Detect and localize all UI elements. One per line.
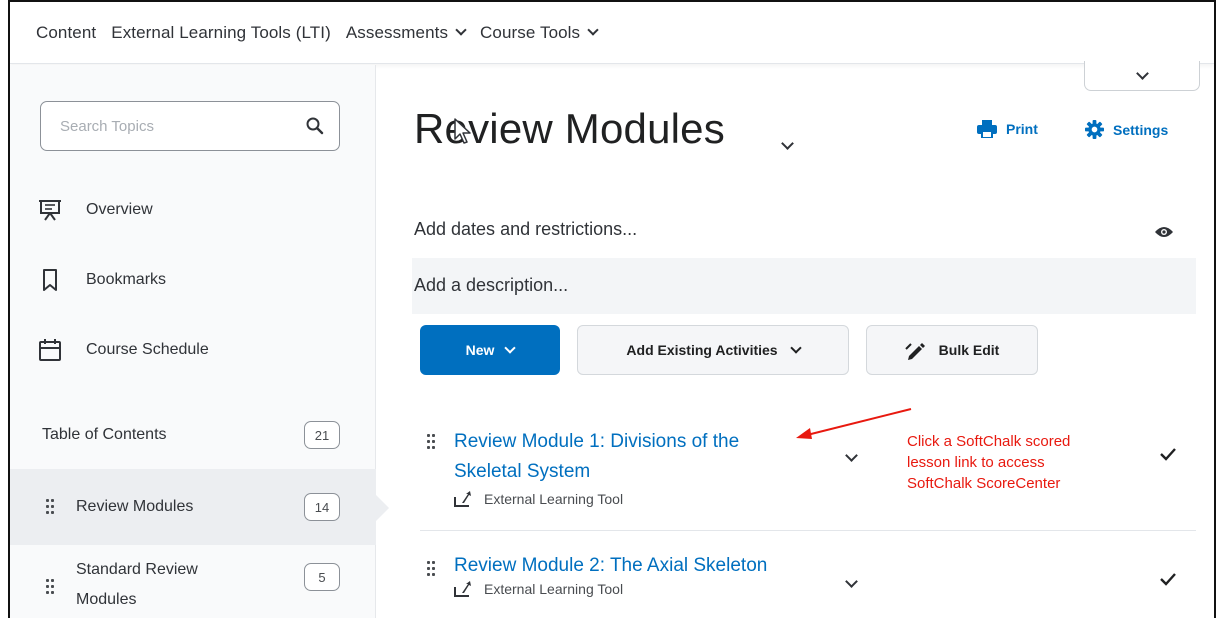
chevron-down-icon — [789, 341, 802, 354]
item-title-line-1: Review Module 1: Divisions of the — [454, 431, 740, 452]
drag-handle-icon[interactable] — [427, 561, 437, 577]
chevron-down-icon — [1135, 66, 1149, 80]
sidebar-item-course-schedule[interactable]: Course Schedule — [38, 338, 209, 362]
sidebar-item-label: Course Schedule — [86, 341, 209, 358]
settings-label: Settings — [1113, 121, 1169, 138]
table-of-contents-label: Table of Contents — [42, 426, 167, 443]
mouse-cursor-icon — [454, 118, 471, 144]
collapse-toggle-button[interactable] — [1084, 61, 1200, 91]
new-button-label: New — [465, 342, 495, 358]
module-count-badge: 14 — [304, 493, 340, 521]
toc-count-badge: 21 — [304, 421, 340, 449]
annotation-note: Click a SoftChalk scored lesson link to … — [907, 431, 1070, 494]
print-label: Print — [1006, 121, 1038, 137]
eye-icon[interactable] — [1154, 225, 1174, 239]
app-frame: Content External Learning Tools (LTI) As… — [8, 0, 1216, 618]
annotation-line-1: Click a SoftChalk scored — [907, 433, 1071, 450]
nav-external-learning-tools[interactable]: External Learning Tools (LTI) — [111, 23, 331, 43]
sidebar-item-bookmarks[interactable]: Bookmarks — [38, 268, 166, 292]
chevron-down-icon — [845, 449, 858, 462]
annotation-line-2: lesson link to access — [907, 454, 1045, 471]
nav-course-tools[interactable]: Course Tools — [480, 22, 599, 43]
review-module-2-link[interactable]: Review Module 2: The Axial Skeleton — [454, 551, 1214, 581]
checkmark-icon — [1160, 573, 1176, 586]
settings-button[interactable]: Settings — [1085, 120, 1168, 139]
chevron-down-icon — [781, 137, 794, 150]
external-tool-icon — [454, 491, 471, 507]
sidebar-item-standard-review-modules[interactable]: Standard Review Modules 5 — [10, 555, 376, 618]
add-description-link[interactable]: Add a description... — [414, 275, 568, 296]
nav-content[interactable]: Content — [36, 23, 96, 43]
annotation-line-3: SoftChalk ScoreCenter — [907, 475, 1061, 492]
nav-external-learning-tools-label: External Learning Tools (LTI) — [111, 22, 331, 42]
search-topics-input[interactable] — [60, 117, 290, 135]
nav-assessments-label: Assessments — [345, 22, 449, 42]
title-options-button[interactable] — [774, 135, 794, 153]
nav-assessments[interactable]: Assessments — [345, 22, 467, 43]
checkmark-icon — [1160, 448, 1176, 461]
module-count-badge: 5 — [304, 563, 340, 591]
add-existing-activities-label: Add Existing Activities — [626, 342, 778, 358]
item-type-label: External Learning Tool — [484, 491, 624, 507]
sidebar-item-label: Bookmarks — [86, 271, 167, 288]
pencil-edit-icon — [904, 343, 925, 360]
list-item: Review Module 2: The Axial Skeleton Exte… — [454, 551, 1214, 597]
drag-handle-icon[interactable] — [46, 499, 56, 515]
chevron-down-icon — [455, 24, 467, 36]
bulk-edit-button[interactable]: Bulk Edit — [866, 325, 1038, 375]
search-icon[interactable] — [305, 116, 325, 136]
add-existing-activities-button[interactable]: Add Existing Activities — [577, 325, 849, 375]
external-tool-icon — [454, 581, 471, 597]
nav-content-label: Content — [36, 22, 97, 42]
print-button[interactable]: Print — [977, 120, 1038, 138]
chevron-down-icon — [504, 341, 517, 354]
label-line-2: Modules — [76, 591, 137, 608]
table-of-contents[interactable]: Table of Contents 21 — [10, 420, 376, 450]
calendar-icon — [38, 338, 62, 362]
sidebar-item-overview[interactable]: Overview — [38, 198, 153, 222]
printer-icon — [977, 120, 997, 138]
item-type: External Learning Tool — [454, 491, 1214, 507]
chevron-down-icon — [845, 575, 858, 588]
sidebar-item-review-modules[interactable]: Review Modules 14 — [10, 469, 389, 545]
gear-icon — [1085, 120, 1104, 139]
content-sidebar: Overview Bookmarks Course Schedule Table… — [10, 65, 389, 618]
course-navbar: Content External Learning Tools (LTI) As… — [10, 2, 1214, 64]
divider — [420, 530, 1196, 531]
annotation-arrow — [796, 408, 912, 439]
new-button[interactable]: New — [420, 325, 560, 375]
item-title-line-2: Skeletal System — [454, 461, 591, 482]
bulk-edit-label: Bulk Edit — [938, 342, 1000, 358]
item-type: External Learning Tool — [454, 581, 1214, 597]
add-dates-restrictions-link[interactable]: Add dates and restrictions... — [414, 219, 637, 240]
item-type-label: External Learning Tool — [484, 581, 624, 597]
main-content: Review Modules Print Settings Add dates … — [377, 61, 1214, 618]
drag-handle-icon[interactable] — [427, 434, 437, 450]
label-line-1: Standard Review — [76, 561, 198, 578]
bookmark-icon — [38, 268, 62, 292]
sidebar-item-label: Overview — [86, 201, 153, 218]
search-topics-field[interactable] — [40, 101, 340, 151]
sidebar-item-label: Review Modules — [76, 498, 194, 515]
item-options-button[interactable] — [845, 573, 858, 591]
drag-handle-icon[interactable] — [46, 579, 56, 595]
sidebar-item-label: Standard Review Modules — [76, 555, 198, 615]
item-title-line-1: Review Module 2: The Axial Skeleton — [454, 555, 768, 576]
chevron-down-icon — [587, 24, 599, 36]
item-options-button[interactable] — [845, 447, 858, 465]
nav-course-tools-label: Course Tools — [480, 22, 581, 42]
presentation-icon — [38, 198, 62, 222]
